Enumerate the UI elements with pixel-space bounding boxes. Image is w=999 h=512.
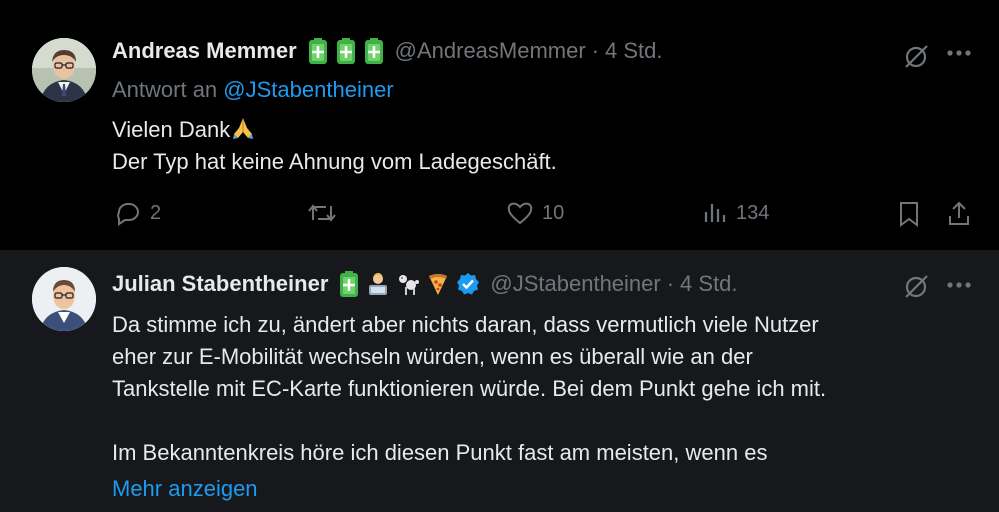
avatar-andreas[interactable] <box>32 38 96 102</box>
author-name[interactable]: Andreas Memmer <box>112 38 297 64</box>
reply-handle-link[interactable]: @JStabentheiner <box>223 77 393 102</box>
poodle-icon <box>396 272 420 296</box>
tweet-text-line: eher zur E-Mobilität wechseln würden, we… <box>112 344 753 369</box>
battery-icon <box>335 38 357 64</box>
show-more-link[interactable]: Mehr anzeigen <box>112 476 258 502</box>
separator-dot: · <box>666 271 675 296</box>
tweet-text-line: Der Typ hat keine Ahnung vom Ladegeschäf… <box>112 149 557 174</box>
battery-icon <box>363 38 385 64</box>
battery-icon <box>307 38 329 64</box>
author-handle[interactable]: @JStabentheiner <box>490 271 660 297</box>
reply-context: Antwort an @JStabentheiner <box>112 77 394 103</box>
view-count: 134 <box>736 201 770 224</box>
author-handle[interactable]: @AndreasMemmer <box>395 38 586 64</box>
timestamp[interactable]: 4 Std. <box>680 271 737 297</box>
views-button[interactable]: 134 <box>702 200 769 226</box>
more-options-icon[interactable] <box>946 49 972 57</box>
tweet-andreas[interactable]: Andreas Memmer @AndreasMemmer · 4 Std. A… <box>0 0 999 250</box>
bookmark-icon[interactable] <box>896 200 922 228</box>
reply-count: 2 <box>150 201 162 224</box>
like-count: 10 <box>542 201 565 224</box>
author-name[interactable]: Julian Stabentheiner <box>112 271 328 297</box>
tweet-text-line: Vielen Dank <box>112 117 231 142</box>
grok-icon[interactable] <box>901 42 931 72</box>
tweet-text-line: Tankstelle mit EC-Karte funktionieren wü… <box>112 376 827 401</box>
grok-icon[interactable] <box>901 272 931 302</box>
more-options-icon[interactable] <box>946 281 972 289</box>
reply-button[interactable]: 2 <box>114 200 161 226</box>
reply-icon <box>117 203 139 226</box>
tweet-text-line: Im Bekanntenkreis höre ich diesen Punkt … <box>112 440 768 465</box>
heart-icon <box>507 202 533 225</box>
avatar-julian[interactable] <box>32 267 96 331</box>
views-icon <box>704 204 726 222</box>
verified-badge-icon[interactable] <box>456 272 480 296</box>
technologist-icon <box>366 272 390 296</box>
tweet-text-blank-line <box>112 405 826 437</box>
pizza-icon <box>426 272 450 296</box>
tweet-text: Da stimme ich zu, ändert aber nichts dar… <box>112 309 826 469</box>
tweet-text-line: Da stimme ich zu, ändert aber nichts dar… <box>112 312 819 337</box>
timestamp[interactable]: 4 Std. <box>605 38 662 64</box>
separator-dot: · <box>591 38 600 63</box>
retweet-icon[interactable] <box>306 200 338 226</box>
battery-icon <box>338 271 360 297</box>
tweet-text: Vielen Dank Der Typ hat keine Ahnung vom… <box>112 114 557 178</box>
share-icon[interactable] <box>946 200 972 228</box>
reply-prefix: Antwort an <box>112 77 218 102</box>
like-button[interactable]: 10 <box>506 200 564 226</box>
folded-hands-icon <box>233 118 254 139</box>
